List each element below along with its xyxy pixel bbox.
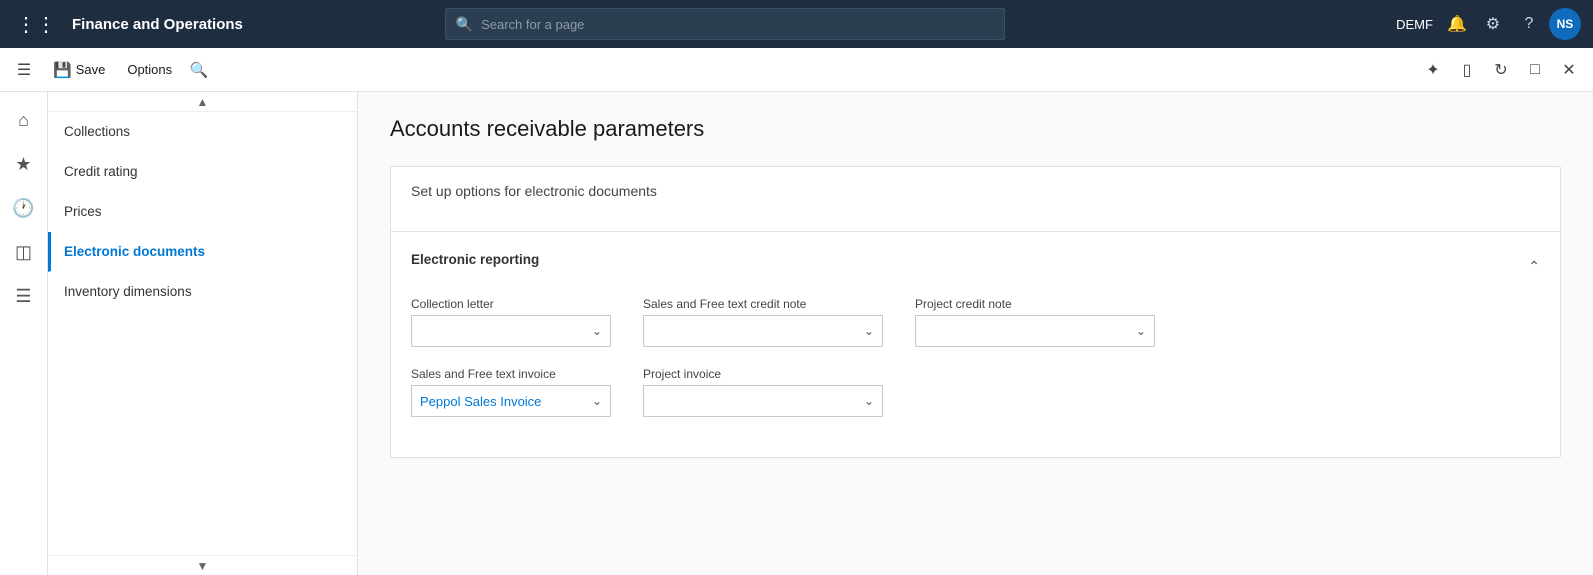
project-credit-note-label: Project credit note [915, 297, 1155, 311]
refresh-icon[interactable]: ↻ [1485, 54, 1517, 86]
project-invoice-field: Project invoice ⌄ [643, 367, 883, 417]
page-title: Accounts receivable parameters [390, 116, 1561, 142]
fields-row-1: Collection letter ⌄ Sales and Free text … [411, 297, 1540, 347]
toolbar-search-icon[interactable]: 🔍 [185, 56, 213, 84]
collection-letter-arrow-icon: ⌄ [592, 324, 602, 338]
options-button[interactable]: Options [118, 57, 181, 82]
global-search-bar[interactable]: 🔍 [445, 8, 1005, 40]
save-label: Save [76, 62, 106, 77]
collapse-icon[interactable]: ⌃ [1528, 258, 1540, 275]
nav-scroll-down[interactable]: ▼ [48, 555, 357, 575]
close-icon[interactable]: ✕ [1553, 54, 1585, 86]
content-area: Accounts receivable parameters Set up op… [358, 92, 1593, 575]
electronic-documents-section: Set up options for electronic documents … [390, 166, 1561, 458]
section-subtitle: Set up options for electronic documents [411, 183, 657, 199]
project-credit-note-arrow-icon: ⌄ [1136, 324, 1146, 338]
notifications-icon[interactable]: 🔔 [1441, 8, 1473, 40]
top-right-icons: DEMF 🔔 ⚙ ? NS [1396, 8, 1581, 40]
nav-scroll-up[interactable]: ▲ [48, 92, 357, 112]
section-body: Electronic reporting ⌃ Collection letter… [391, 232, 1560, 457]
modules-icon[interactable]: ☰ [4, 276, 44, 316]
recent-icon[interactable]: 🕐 [4, 188, 44, 228]
nav-item-credit-rating[interactable]: Credit rating [48, 152, 357, 192]
fields-row-2: Sales and Free text invoice Peppol Sales… [411, 367, 1540, 417]
sales-free-text-credit-note-field: Sales and Free text credit note ⌄ [643, 297, 883, 347]
app-title: Finance and Operations [72, 16, 243, 33]
action-toolbar: ☰ 💾 Save Options 🔍 ✦ ▯ ↻ □ ✕ [0, 48, 1593, 92]
collection-letter-dropdown[interactable]: ⌄ [411, 315, 611, 347]
personalize-icon[interactable]: ✦ [1417, 54, 1449, 86]
workspaces-icon[interactable]: ◫ [4, 232, 44, 272]
favorites-icon[interactable]: ★ [4, 144, 44, 184]
company-label[interactable]: DEMF [1396, 17, 1433, 32]
project-invoice-label: Project invoice [643, 367, 883, 381]
sales-free-text-credit-note-dropdown[interactable]: ⌄ [643, 315, 883, 347]
section-title: Electronic reporting [411, 252, 539, 267]
project-credit-note-dropdown[interactable]: ⌄ [915, 315, 1155, 347]
toolbar-right-tools: ✦ ▯ ↻ □ ✕ [1417, 54, 1585, 86]
nav-item-inventory-dimensions[interactable]: Inventory dimensions [48, 272, 357, 312]
options-label: Options [127, 62, 172, 77]
sales-free-text-invoice-label: Sales and Free text invoice [411, 367, 611, 381]
hamburger-menu-icon[interactable]: ☰ [8, 54, 40, 86]
top-navigation: ⋮⋮ Finance and Operations 🔍 DEMF 🔔 ⚙ ? N… [0, 0, 1593, 48]
sales-free-text-invoice-dropdown[interactable]: Peppol Sales Invoice ⌄ [411, 385, 611, 417]
sales-free-text-credit-note-arrow-icon: ⌄ [864, 324, 874, 338]
user-avatar[interactable]: NS [1549, 8, 1581, 40]
search-icon: 🔍 [456, 16, 473, 33]
section-header: Set up options for electronic documents [391, 167, 1560, 232]
main-layout: ⌂ ★ 🕐 ◫ ☰ ▲ Collections Credit rating Pr… [0, 92, 1593, 575]
nav-panel: ▲ Collections Credit rating Prices Elect… [48, 92, 358, 575]
sales-free-text-invoice-arrow-icon: ⌄ [592, 394, 602, 408]
open-in-new-icon[interactable]: ▯ [1451, 54, 1483, 86]
search-input[interactable] [481, 17, 994, 32]
help-icon[interactable]: ? [1513, 8, 1545, 40]
collection-letter-field: Collection letter ⌄ [411, 297, 611, 347]
nav-item-list: Collections Credit rating Prices Electro… [48, 112, 357, 555]
sales-free-text-credit-note-label: Sales and Free text credit note [643, 297, 883, 311]
home-icon[interactable]: ⌂ [4, 100, 44, 140]
nav-item-collections[interactable]: Collections [48, 112, 357, 152]
project-invoice-dropdown[interactable]: ⌄ [643, 385, 883, 417]
collection-letter-label: Collection letter [411, 297, 611, 311]
sales-free-text-invoice-value: Peppol Sales Invoice [420, 394, 541, 409]
nav-item-prices[interactable]: Prices [48, 192, 357, 232]
waffle-icon[interactable]: ⋮⋮ [12, 8, 60, 41]
project-credit-note-field: Project credit note ⌄ [915, 297, 1155, 347]
sales-free-text-invoice-field: Sales and Free text invoice Peppol Sales… [411, 367, 611, 417]
save-button[interactable]: 💾 Save [44, 56, 114, 84]
project-invoice-arrow-icon: ⌄ [864, 394, 874, 408]
save-floppy-icon: 💾 [53, 61, 72, 79]
nav-item-electronic-documents[interactable]: Electronic documents [48, 232, 357, 272]
popout-icon[interactable]: □ [1519, 54, 1551, 86]
left-sidebar: ⌂ ★ 🕐 ◫ ☰ [0, 92, 48, 575]
settings-icon[interactable]: ⚙ [1477, 8, 1509, 40]
